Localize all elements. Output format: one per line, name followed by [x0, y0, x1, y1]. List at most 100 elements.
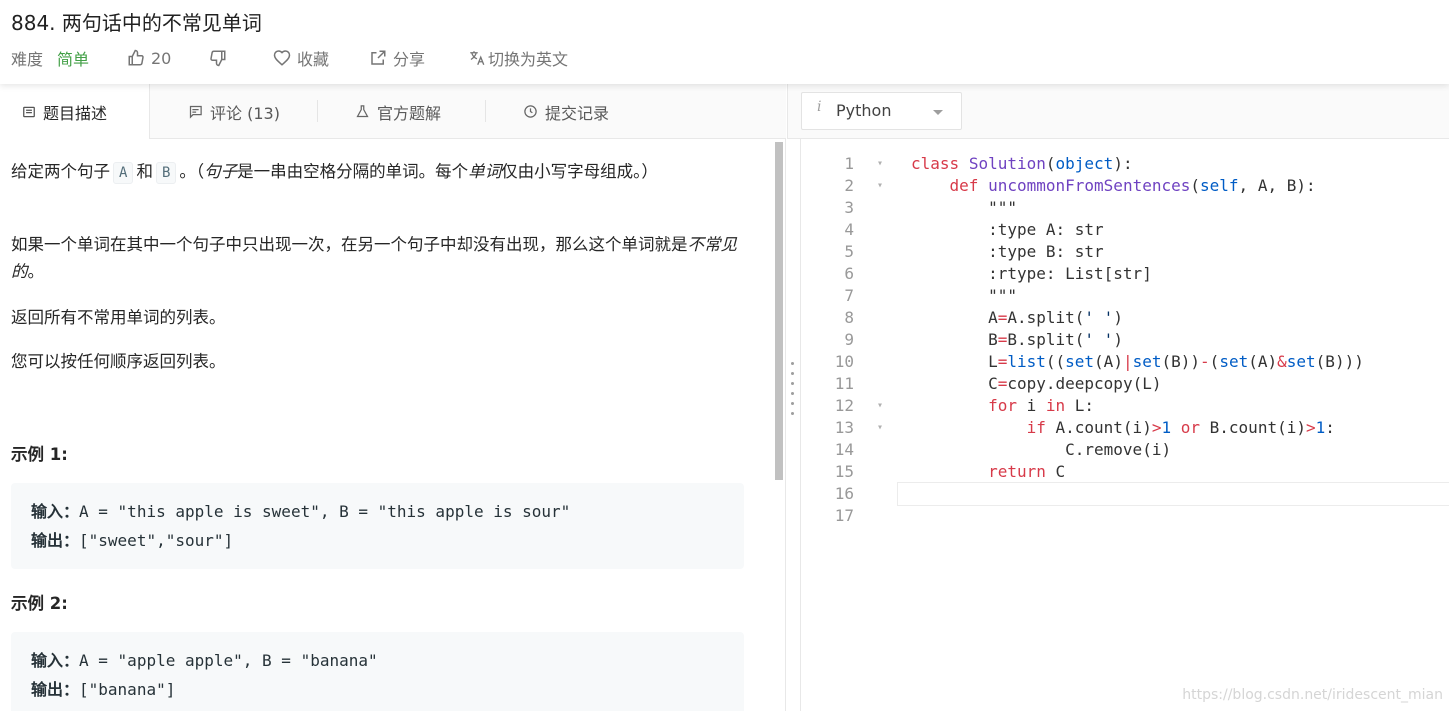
- fold-arrow-icon[interactable]: ▾: [877, 153, 887, 175]
- watermark: https://blog.csdn.net/iridescent_mian: [1182, 687, 1443, 703]
- code-text: :rtype: List[str]: [911, 264, 1152, 283]
- code-line[interactable]: 10 L=list((set(A)|set(B))-(set(A)&set(B)…: [801, 351, 1449, 373]
- tab-label: 提交记录: [545, 103, 610, 123]
- line-number: 5: [844, 242, 854, 261]
- line-number: 11: [834, 374, 854, 393]
- switch-language-label: 切换为英文: [488, 50, 569, 69]
- problem-tabs: 题目描述 评论 (13) 官方题解 提交记录: [0, 84, 786, 140]
- line-number: 9: [844, 330, 854, 349]
- code-text: if A.count(i)>1 or B.count(i)>1:: [1026, 418, 1335, 437]
- language-select[interactable]: i Python: [801, 92, 962, 130]
- variable-a: A: [113, 162, 134, 184]
- code-line[interactable]: 11 C=copy.deepcopy(L): [801, 373, 1449, 395]
- code-line[interactable]: 13 ▾ if A.count(i)>1 or B.count(i)>1:: [801, 417, 1449, 439]
- editor-toolbar: i Python: [787, 84, 1449, 139]
- line-number: 17: [834, 506, 854, 525]
- code-line[interactable]: 2 ▾ def uncommonFromSentences(self, A, B)…: [801, 175, 1449, 197]
- line-number: 6: [844, 264, 854, 283]
- code-editor[interactable]: 1 ▾ class Solution(object): 2 ▾ def uncommon…: [800, 139, 1449, 711]
- example-title: 示例 2:: [11, 594, 68, 613]
- code-line[interactable]: 3 """: [801, 197, 1449, 219]
- example-box: 输入：A = "this apple is sweet", B = "this …: [11, 483, 744, 569]
- line-number: 16: [834, 484, 854, 503]
- code-line[interactable]: 4 :type A: str: [801, 219, 1449, 241]
- code-text: """: [911, 198, 1017, 217]
- example-title: 示例 1:: [11, 445, 68, 464]
- switch-language-button[interactable]: 切换为英文: [468, 47, 568, 69]
- line-number: 13: [834, 418, 854, 437]
- code-text: A=A.split(' '): [911, 308, 1123, 327]
- language-label: Python: [836, 101, 892, 120]
- line-number: 2: [844, 176, 854, 195]
- favorite-button[interactable]: 收藏: [273, 47, 329, 69]
- line-number: 1: [844, 154, 854, 173]
- share-button[interactable]: 分享: [369, 47, 425, 69]
- fold-arrow-icon[interactable]: ▾: [877, 175, 887, 197]
- code-text: :type A: str: [911, 220, 1104, 239]
- code-line[interactable]: 9 B=B.split(' '): [801, 329, 1449, 351]
- tab-submissions[interactable]: 提交记录: [523, 84, 609, 139]
- pane-splitter-handle[interactable]: [789, 358, 797, 428]
- code-line[interactable]: 1 ▾ class Solution(object):: [801, 153, 1449, 175]
- clock-icon: [524, 105, 537, 118]
- line-number: 12: [834, 396, 854, 415]
- thumbs-down-icon: [210, 50, 226, 67]
- line-number: 3: [844, 198, 854, 217]
- code-text: C.remove(i): [911, 440, 1172, 459]
- dislike-button[interactable]: [209, 47, 227, 69]
- difficulty-label: 难度: [11, 50, 44, 69]
- line-number: 4: [844, 220, 854, 239]
- code-line[interactable]: 8 A=A.split(' '): [801, 307, 1449, 329]
- info-icon: i: [817, 99, 822, 115]
- like-button[interactable]: 20: [127, 47, 171, 69]
- comment-icon: [189, 105, 202, 119]
- code-text: :type B: str: [911, 242, 1104, 261]
- line-number: 15: [834, 462, 854, 481]
- line-number: 14: [834, 440, 854, 459]
- description-scrollbar[interactable]: [775, 142, 783, 480]
- code-line[interactable]: 15 return C: [801, 461, 1449, 483]
- problem-header: 884. 两句话中的不常见单词 难度 简单 20 收藏 分享 切换为英文: [0, 0, 1449, 84]
- code-line[interactable]: 16: [801, 483, 1449, 505]
- fold-arrow-icon[interactable]: ▾: [877, 395, 887, 417]
- favorite-label: 收藏: [297, 50, 330, 69]
- tab-label: 官方题解: [377, 103, 442, 123]
- tab-divider: [317, 100, 318, 122]
- code-line[interactable]: 6 :rtype: List[str]: [801, 263, 1449, 285]
- difficulty-value: 简单: [57, 50, 90, 69]
- thumbs-up-icon: [128, 49, 144, 66]
- code-text: B=B.split(' '): [911, 330, 1123, 349]
- code-line[interactable]: 12 ▾ for i in L:: [801, 395, 1449, 417]
- code-text: C=copy.deepcopy(L): [911, 374, 1162, 393]
- fold-arrow-icon[interactable]: ▾: [877, 417, 887, 439]
- description-paragraph: 给定两个句子 A 和 B 。（句子是一串由空格分隔的单词。每个单词仅由小写字母组成。）: [11, 158, 746, 185]
- tab-description[interactable]: 题目描述: [0, 84, 150, 140]
- share-label: 分享: [393, 50, 426, 69]
- tab-divider: [485, 100, 486, 122]
- tab-solution[interactable]: 官方题解: [355, 84, 441, 139]
- description-paragraph: 如果一个单词在其中一个句子中只出现一次，在另一个句子中却没有出现，那么这个单词就…: [11, 235, 737, 281]
- description-paragraph: 您可以按任何顺序返回列表。: [11, 352, 226, 371]
- like-count: 20: [151, 48, 172, 68]
- heart-icon: [273, 50, 291, 66]
- description-icon: [23, 106, 35, 118]
- example-box: 输入：A = "apple apple", B = "banana" 输出：["…: [11, 632, 744, 711]
- code-line[interactable]: 14 C.remove(i): [801, 439, 1449, 461]
- line-number: 7: [844, 286, 854, 305]
- code-line[interactable]: 17: [801, 505, 1449, 527]
- difficulty: 难度 简单: [11, 47, 89, 69]
- tab-comments[interactable]: 评论 (13): [188, 84, 280, 139]
- translate-icon: [470, 51, 485, 66]
- code-text: """: [911, 286, 1017, 305]
- code-line[interactable]: 5 :type B: str: [801, 241, 1449, 263]
- line-number: 8: [844, 308, 854, 327]
- code-text: return C: [988, 462, 1066, 481]
- code-text: L=list((set(A)|set(B))-(set(A)&set(B))): [911, 352, 1364, 371]
- description-paragraph: 返回所有不常用单词的列表。: [11, 308, 226, 327]
- tab-label: 评论 (13): [210, 103, 280, 123]
- flask-icon: [356, 105, 369, 118]
- problem-title: 884. 两句话中的不常见单词: [11, 11, 262, 35]
- line-number: 10: [834, 352, 854, 371]
- code-line[interactable]: 7 """: [801, 285, 1449, 307]
- code-text: for i in L:: [988, 396, 1095, 415]
